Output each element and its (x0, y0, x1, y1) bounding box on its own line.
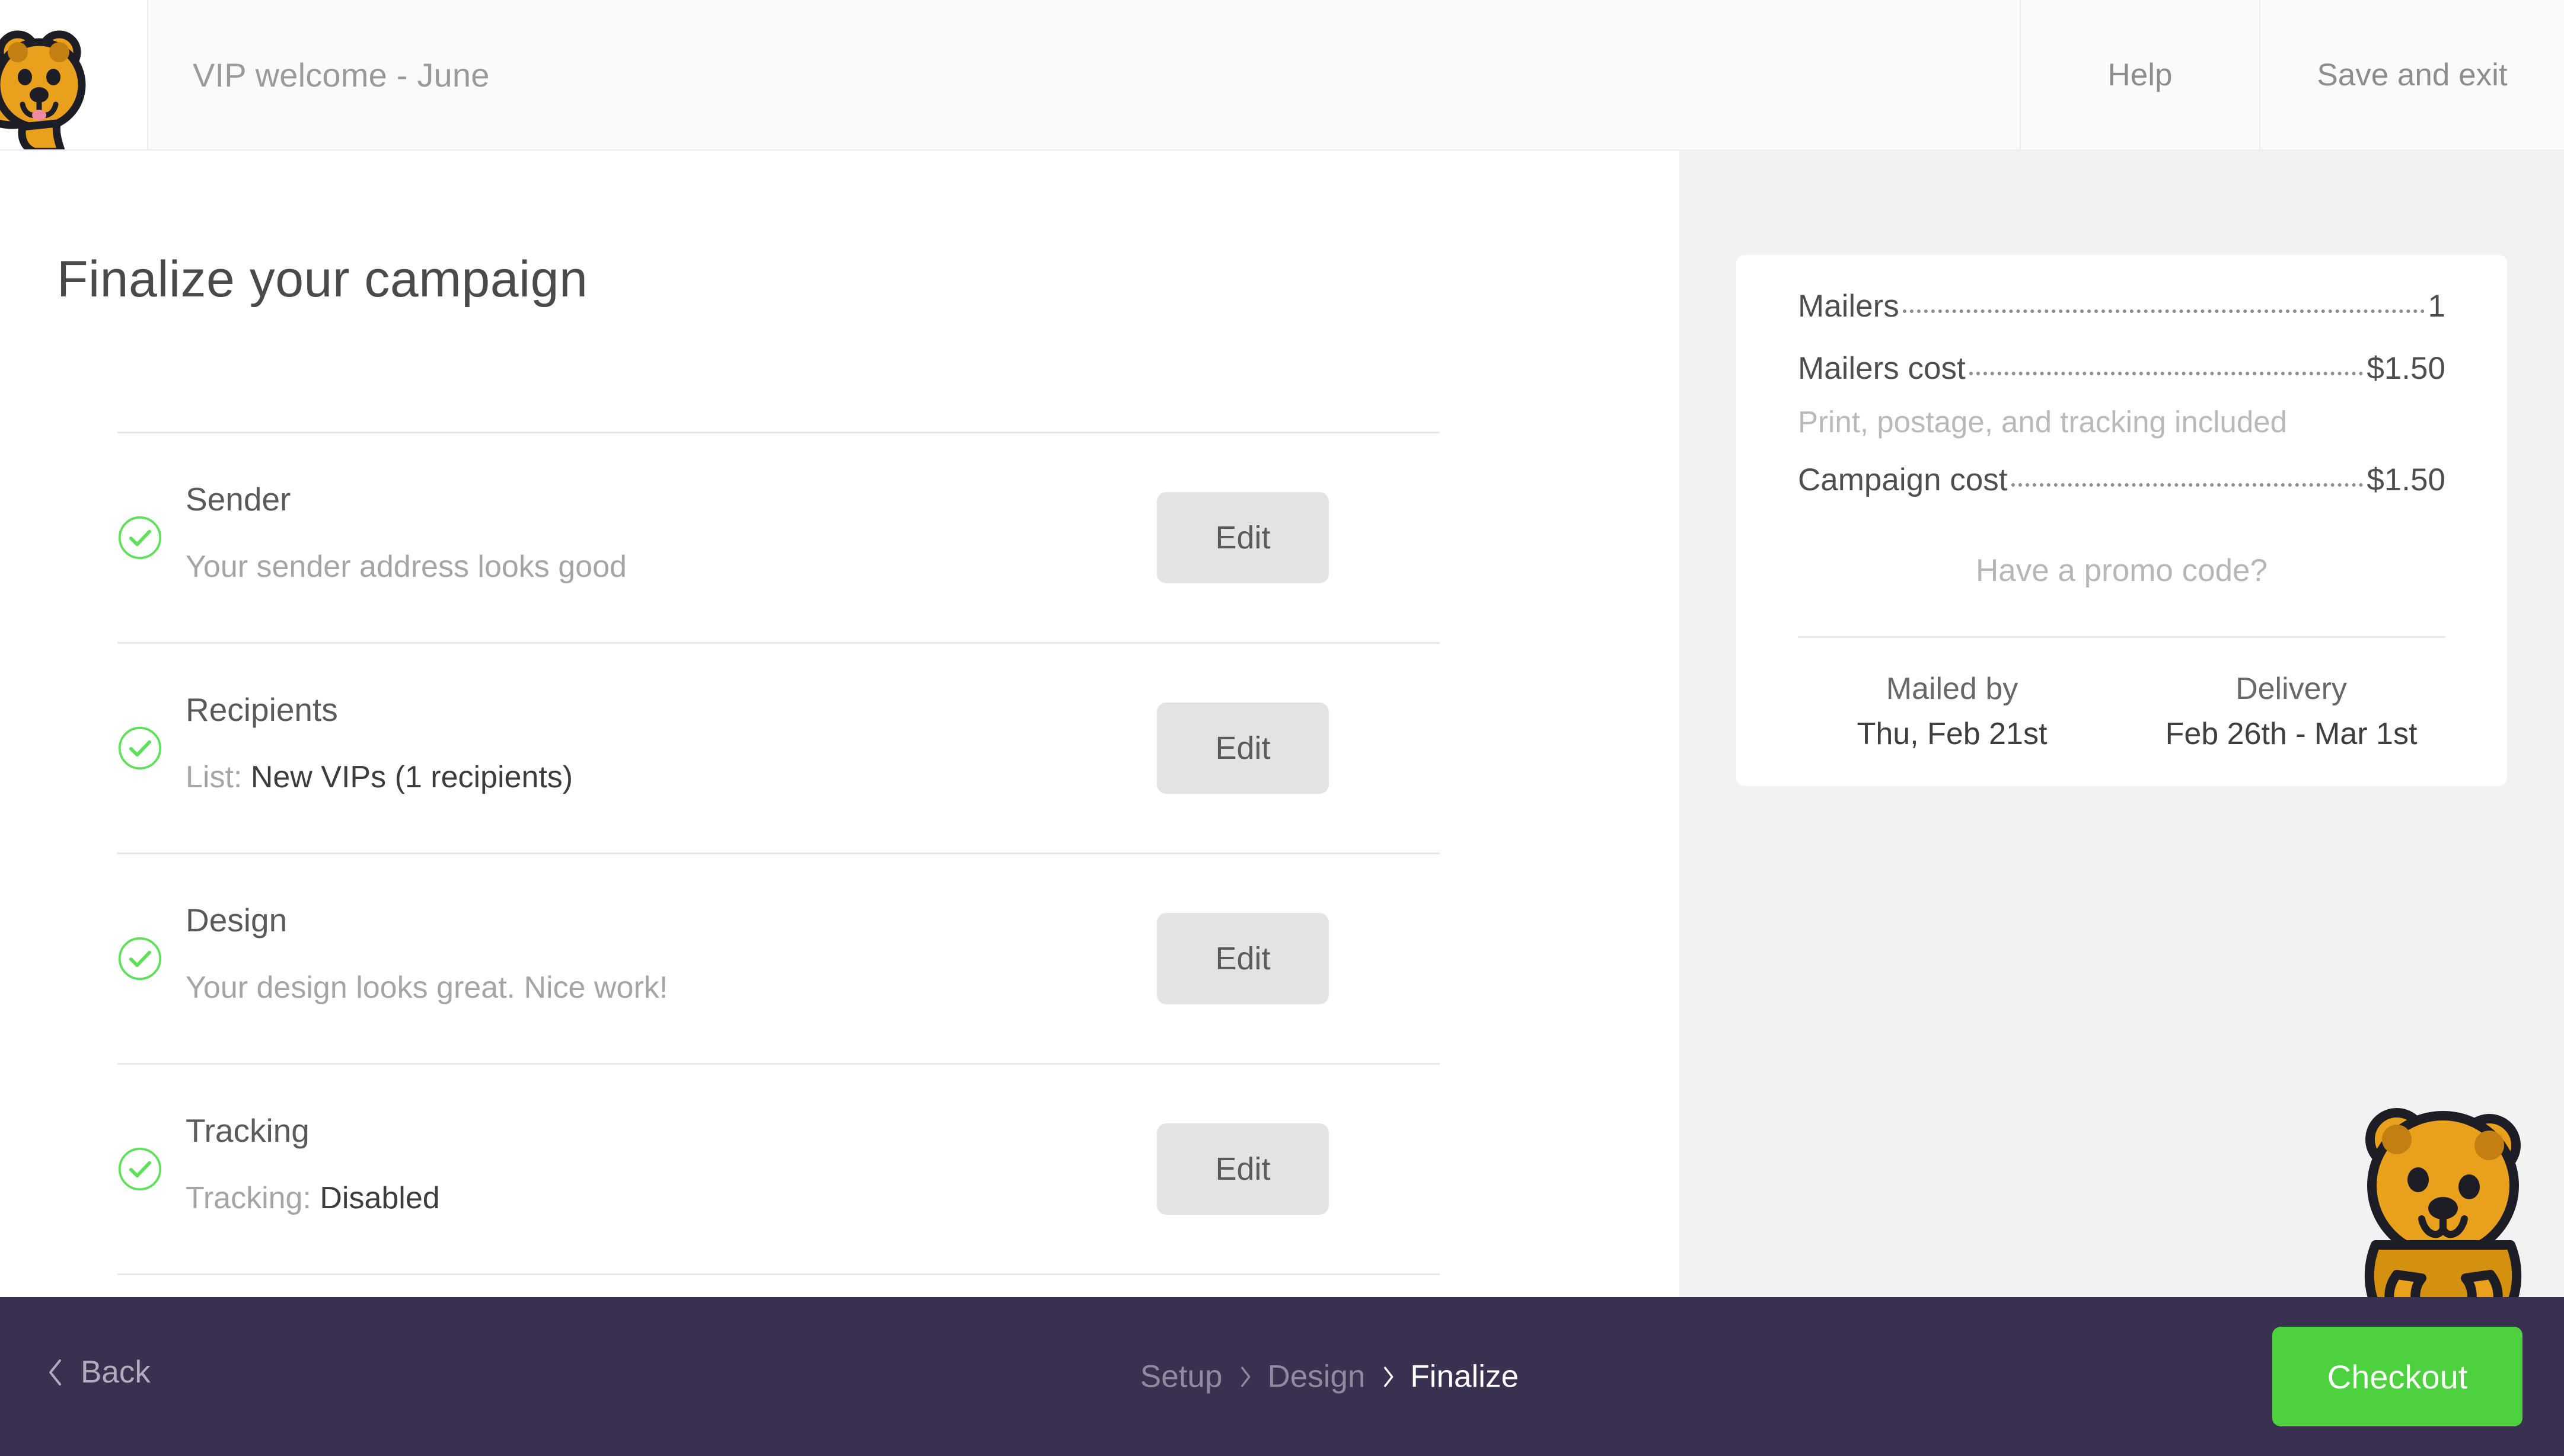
chevron-right-icon (1383, 1366, 1393, 1387)
leader-dots (1902, 309, 2425, 313)
row-title: Tracking (186, 1112, 310, 1149)
row-subtitle: List: New VIPs (1 recipients) (186, 758, 573, 798)
card-divider (1798, 636, 2445, 638)
quokka-logo-icon (0, 30, 86, 149)
cost-rows: Mailers 1 Mailers cost $1.50 Print, post… (1736, 288, 2507, 498)
mailed-by-label: Mailed by (1886, 672, 2018, 706)
date-summary: Mailed by Thu, Feb 21st Delivery Feb 26t… (1736, 671, 2507, 752)
leader-dots (1969, 372, 2364, 375)
edit-tracking-button[interactable]: Edit (1157, 1123, 1329, 1215)
help-button[interactable]: Help (2020, 0, 2259, 149)
check-circle-icon (118, 516, 162, 560)
delivery-value: Feb 26th - Mar 1st (2165, 717, 2418, 751)
checklist-row-recipients: Recipients List: New VIPs (1 recipients)… (117, 644, 1440, 852)
main-content-panel: Finalize your campaign Sender Your sende… (0, 151, 1679, 1297)
row-subtitle-prefix: Your sender address looks good (186, 549, 627, 584)
edit-recipients-button[interactable]: Edit (1157, 703, 1329, 794)
breadcrumb-item-finalize: Finalize (1410, 1359, 1519, 1394)
edit-sender-button[interactable]: Edit (1157, 492, 1329, 583)
campaign-checklist: Sender Your sender address looks good Ed… (117, 432, 1440, 1275)
mailed-by-value: Thu, Feb 21st (1857, 717, 2048, 751)
row-text: Recipients List: New VIPs (1 recipients) (186, 689, 573, 797)
row-text: Tracking Tracking: Disabled (186, 1110, 440, 1218)
row-subtitle: Tracking: Disabled (186, 1179, 440, 1219)
cost-row-mailers: Mailers 1 (1798, 288, 2445, 324)
back-button[interactable]: Back (47, 1354, 151, 1390)
cost-label: Mailers (1798, 289, 1899, 324)
row-title: Design (186, 902, 288, 938)
checkout-button[interactable]: Checkout (2272, 1327, 2522, 1426)
cost-row-mailers-cost: Mailers cost $1.50 (1798, 350, 2445, 387)
delivery-column: Delivery Feb 26th - Mar 1st (2122, 671, 2461, 752)
campaign-title: VIP welcome - June (193, 56, 490, 94)
wizard-footer: Back Setup Design Finalize Checkout (0, 1297, 2564, 1456)
breadcrumb-item-setup[interactable]: Setup (1140, 1359, 1223, 1395)
edit-design-button[interactable]: Edit (1157, 913, 1329, 1004)
row-subtitle: Your design looks great. Nice work! (186, 968, 668, 1008)
row-text: Sender Your sender address looks good (186, 478, 627, 587)
checklist-row-sender: Sender Your sender address looks good Ed… (117, 433, 1440, 642)
app-header: VIP welcome - June Help Save and exit (0, 0, 2564, 151)
row-text: Design Your design looks great. Nice wor… (186, 899, 668, 1008)
logo-cell[interactable] (0, 0, 148, 149)
checklist-row-tracking: Tracking Tracking: Disabled Edit (117, 1065, 1440, 1273)
page-title: Finalize your campaign (57, 251, 588, 308)
row-subtitle-value: Disabled (320, 1180, 440, 1215)
cost-value: $1.50 (2367, 462, 2445, 497)
row-title: Sender (186, 481, 291, 518)
row-subtitle-prefix: Tracking: (186, 1180, 320, 1215)
quokka-mascot-icon (2364, 1108, 2522, 1310)
list-divider (117, 1273, 1440, 1275)
chevron-right-icon (1240, 1366, 1250, 1387)
campaign-finalize-page: VIP welcome - June Help Save and exit Fi… (0, 0, 2564, 1456)
cost-summary-card: Mailers 1 Mailers cost $1.50 Print, post… (1736, 255, 2507, 786)
breadcrumb-item-design[interactable]: Design (1267, 1359, 1365, 1395)
chevron-left-icon (49, 1359, 61, 1385)
breadcrumb: Setup Design Finalize (1140, 1359, 1519, 1395)
cost-label: Mailers cost (1798, 351, 1966, 386)
row-title: Recipients (186, 691, 338, 728)
check-circle-icon (118, 726, 162, 770)
header-title-cell: VIP welcome - June (148, 0, 2020, 149)
cost-note: Print, postage, and tracking included (1798, 405, 2288, 439)
row-subtitle-value: New VIPs (1 recipients) (250, 759, 573, 794)
cost-value: $1.50 (2367, 351, 2445, 386)
check-circle-icon (118, 937, 162, 981)
save-and-exit-button[interactable]: Save and exit (2259, 0, 2564, 149)
leader-dots (2011, 483, 2364, 487)
cost-value: 1 (2428, 289, 2445, 324)
promo-code-link[interactable]: Have a promo code? (1736, 553, 2507, 589)
checklist-row-design: Design Your design looks great. Nice wor… (117, 854, 1440, 1063)
delivery-label: Delivery (2235, 672, 2347, 706)
cost-row-campaign-total: Campaign cost $1.50 (1798, 462, 2445, 498)
mailed-by-column: Mailed by Thu, Feb 21st (1782, 671, 2122, 752)
check-circle-icon (118, 1147, 162, 1191)
cost-label: Campaign cost (1798, 462, 2008, 497)
row-subtitle-prefix: Your design looks great. Nice work! (186, 970, 668, 1005)
back-button-label: Back (81, 1355, 151, 1390)
row-subtitle-prefix: List: (186, 759, 251, 794)
row-subtitle: Your sender address looks good (186, 547, 627, 587)
